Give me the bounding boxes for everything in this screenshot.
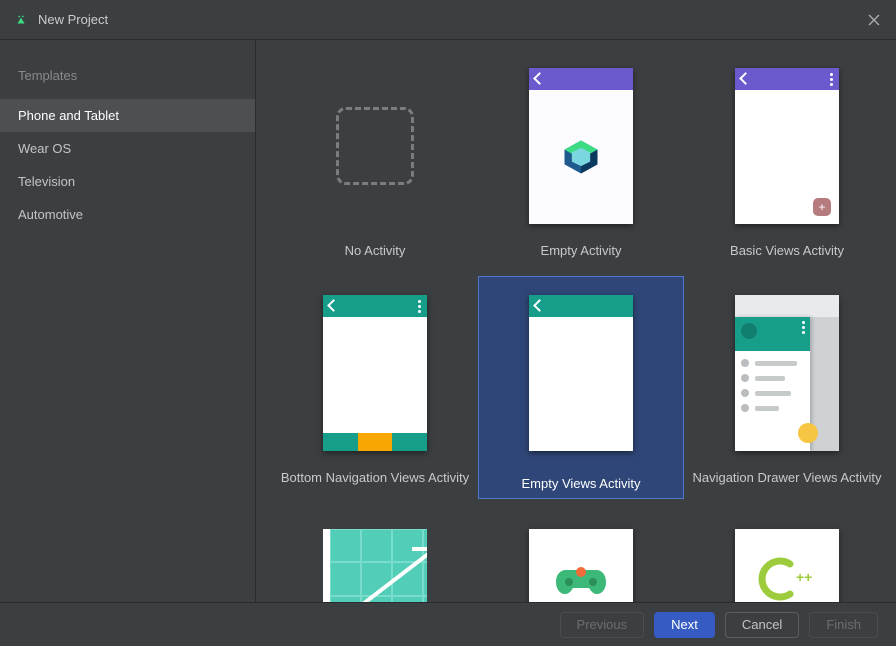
previous-button: Previous xyxy=(560,612,645,638)
template-thumb xyxy=(323,529,427,602)
template-thumb xyxy=(529,68,633,224)
back-arrow-icon xyxy=(329,301,339,311)
sidebar: Templates Phone and Tablet Wear OS Telev… xyxy=(0,40,256,602)
cancel-button[interactable]: Cancel xyxy=(725,612,799,638)
main: Templates Phone and Tablet Wear OS Telev… xyxy=(0,40,896,602)
sidebar-item-wear-os[interactable]: Wear OS xyxy=(0,132,255,165)
appbar-icon xyxy=(735,68,839,90)
footer: Previous Next Cancel Finish xyxy=(0,602,896,646)
template-thumb xyxy=(323,295,427,451)
template-thumb xyxy=(735,295,839,451)
template-thumb xyxy=(529,529,633,602)
gamepad-icon xyxy=(529,529,633,602)
sidebar-item-automotive[interactable]: Automotive xyxy=(0,198,255,231)
appbar-icon xyxy=(529,68,633,90)
sidebar-item-television[interactable]: Television xyxy=(0,165,255,198)
template-thumb xyxy=(323,68,427,224)
appbar-icon xyxy=(529,295,633,317)
template-nav-drawer[interactable]: Navigation Drawer Views Activity xyxy=(684,295,890,499)
resize-arrow-icon xyxy=(340,543,427,602)
back-arrow-icon xyxy=(535,301,545,311)
close-icon[interactable] xyxy=(866,12,882,28)
overflow-icon xyxy=(802,321,805,334)
window-title: New Project xyxy=(38,12,866,27)
template-native-cpp[interactable]: ++ xyxy=(684,529,890,602)
template-label: Bottom Navigation Views Activity xyxy=(272,463,478,492)
template-empty-views[interactable]: Empty Views Activity xyxy=(478,276,684,499)
template-thumb: ++ xyxy=(735,529,839,602)
overflow-icon xyxy=(418,300,421,313)
back-arrow-icon xyxy=(741,74,751,84)
template-empty-activity[interactable]: Empty Activity xyxy=(478,68,684,265)
sidebar-item-label: Phone and Tablet xyxy=(18,108,119,123)
template-bottom-nav[interactable]: Bottom Navigation Views Activity xyxy=(272,295,478,499)
template-gallery: No Activity Empt xyxy=(256,40,896,602)
overflow-icon xyxy=(830,73,833,86)
template-basic-views[interactable]: + Basic Views Activity xyxy=(684,68,890,265)
template-label: Navigation Drawer Views Activity xyxy=(684,463,890,492)
template-label: No Activity xyxy=(272,236,478,265)
sidebar-item-label: Television xyxy=(18,174,75,189)
bottom-nav-icon xyxy=(323,433,427,451)
next-button[interactable]: Next xyxy=(654,612,715,638)
fab-icon xyxy=(798,423,818,443)
template-responsive[interactable] xyxy=(272,529,478,602)
template-label: Empty Views Activity xyxy=(479,469,683,498)
sidebar-item-label: Automotive xyxy=(18,207,83,222)
template-no-activity[interactable]: No Activity xyxy=(272,68,478,265)
android-studio-icon xyxy=(14,13,28,27)
compose-logo-icon xyxy=(529,90,633,224)
sidebar-item-label: Wear OS xyxy=(18,141,71,156)
responsive-layout-icon xyxy=(323,529,427,602)
drawer-panel-icon xyxy=(735,317,810,451)
fab-icon: + xyxy=(813,198,831,216)
dashed-placeholder-icon xyxy=(336,107,414,185)
template-game[interactable] xyxy=(478,529,684,602)
svg-text:++: ++ xyxy=(796,569,812,585)
appbar-icon xyxy=(323,295,427,317)
finish-button: Finish xyxy=(809,612,878,638)
template-thumb: + xyxy=(735,68,839,224)
template-label: Empty Activity xyxy=(478,236,684,265)
titlebar: New Project xyxy=(0,0,896,40)
back-arrow-icon xyxy=(535,74,545,84)
sidebar-heading: Templates xyxy=(0,58,255,99)
template-label: Basic Views Activity xyxy=(684,236,890,265)
cpp-icon: ++ xyxy=(735,529,839,602)
template-thumb xyxy=(529,295,633,451)
sidebar-item-phone-tablet[interactable]: Phone and Tablet xyxy=(0,99,255,132)
